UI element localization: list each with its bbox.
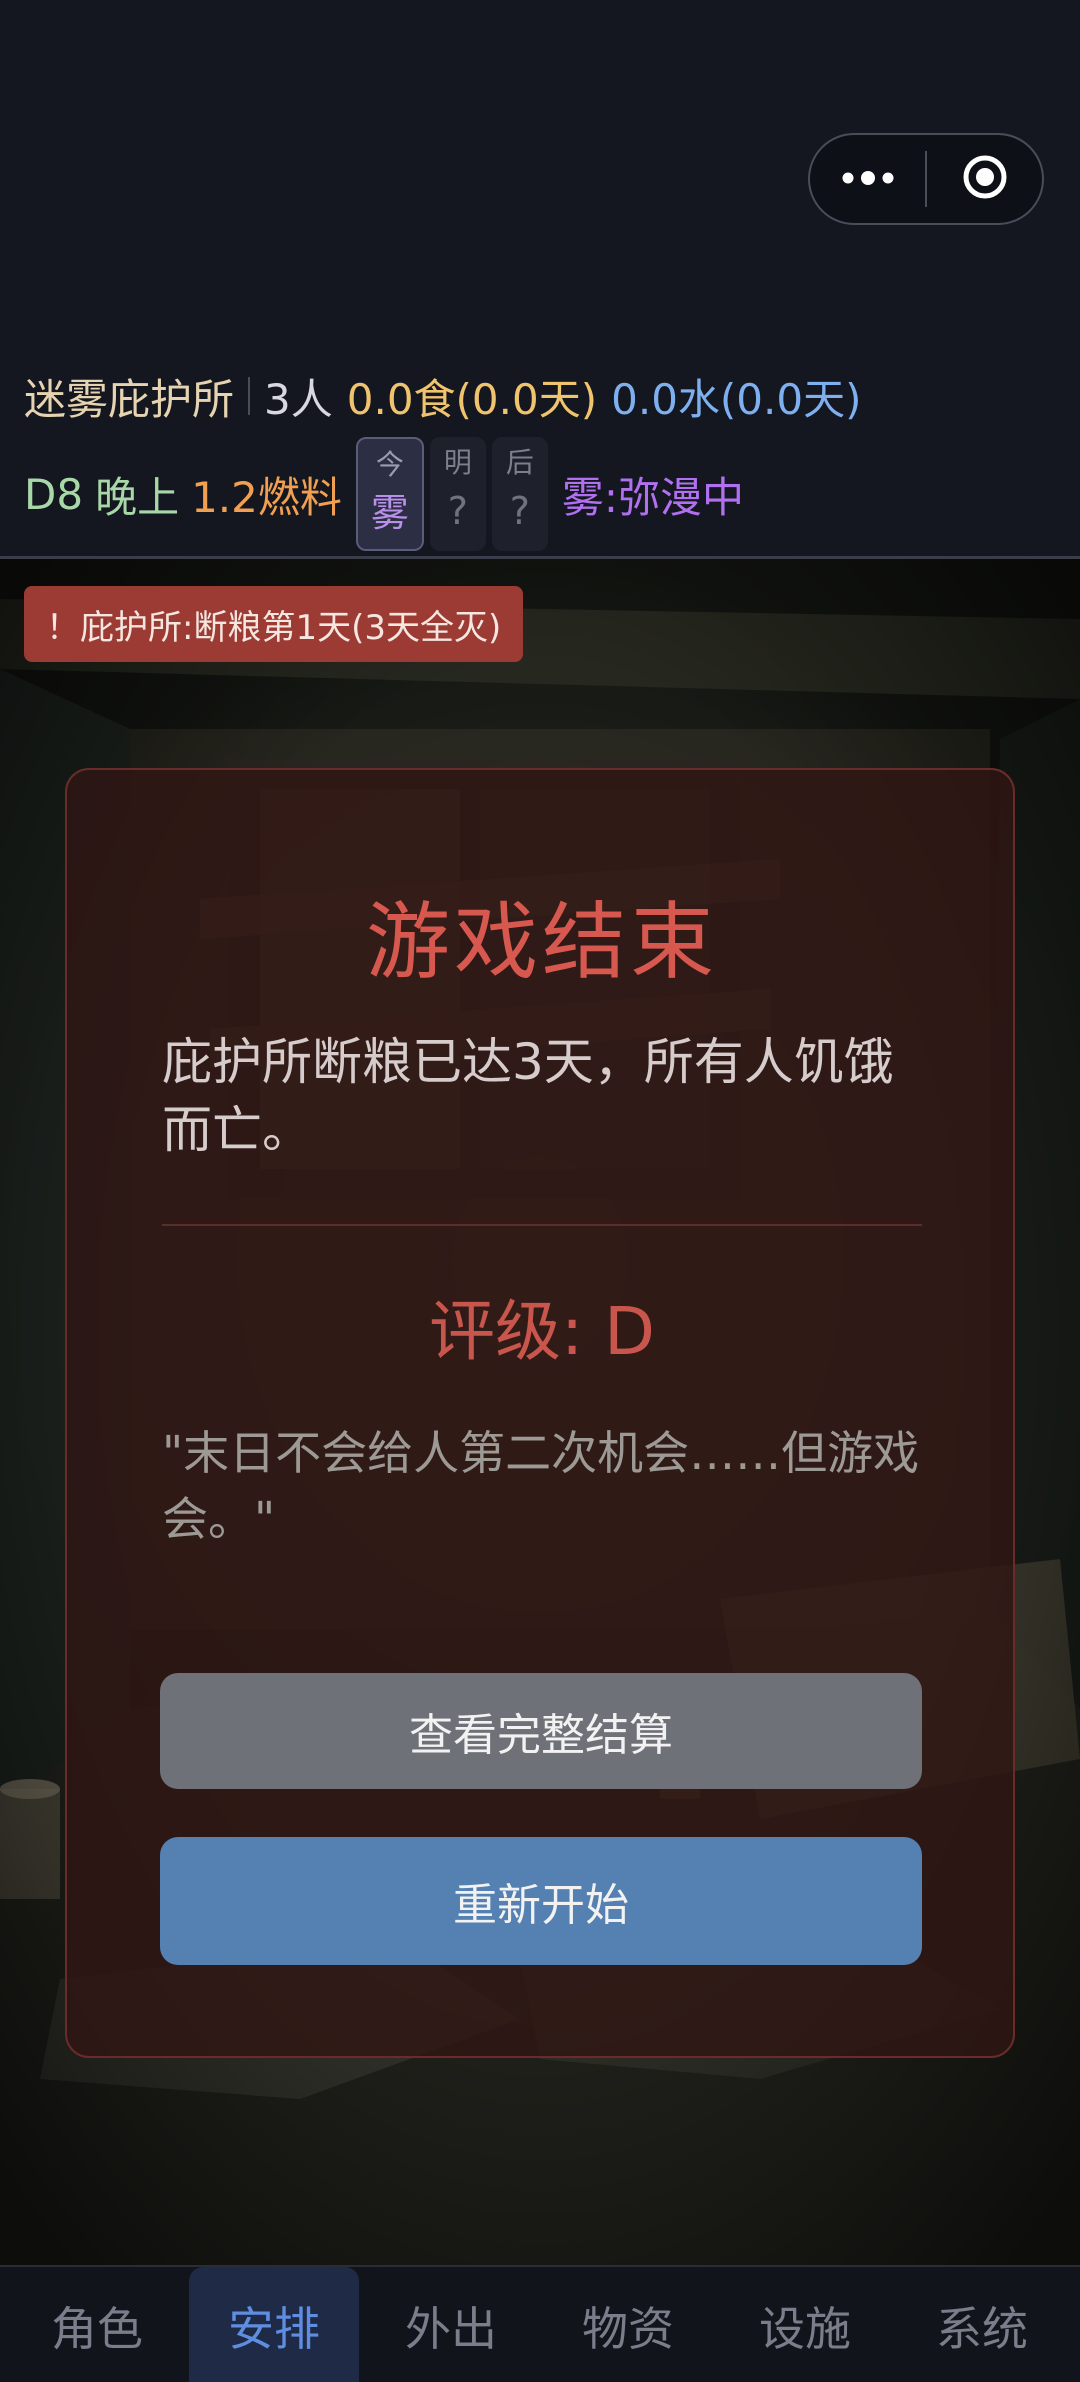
time-row: D8 晚上 1.2燃料 今 雾 明 ? 后 ? 雾:弥漫中: [24, 434, 744, 554]
fuel-stock: 1.2燃料: [191, 472, 342, 522]
weather-forecast: 今 雾 明 ? 后 ?: [355, 437, 548, 551]
water-stock: 0.0水(0.0天): [611, 374, 862, 424]
forecast-label: 后: [505, 446, 534, 479]
resource-row: 迷雾庇护所 3人 0.0食(0.0天) 0.0水(0.0天): [24, 366, 862, 426]
forecast-label: 明: [443, 446, 472, 479]
forecast-value: ?: [509, 489, 530, 533]
tab-facilities[interactable]: 设施: [720, 2267, 890, 2382]
food-stock: 0.0食(0.0天): [346, 374, 598, 424]
forecast-value: 雾: [370, 491, 409, 535]
dialog-title: 游戏结束: [365, 893, 718, 991]
dialog-divider: [162, 1224, 922, 1226]
miniprogram-capsule: [808, 133, 1044, 225]
forecast-tomorrow: 明 ?: [429, 437, 486, 551]
close-button[interactable]: [927, 135, 1042, 223]
forecast-value: ?: [447, 489, 468, 533]
more-button[interactable]: [810, 135, 925, 223]
game-over-message: 庇护所断粮已达3天，所有人饥饿而亡。: [162, 1033, 894, 1159]
game-over-quote: "末日不会给人第二次机会……但游戏会。": [162, 1426, 920, 1546]
status-header: 迷雾庇护所 3人 0.0食(0.0天) 0.0水(0.0天) D8 晚上 1.2…: [0, 0, 1080, 558]
forecast-day-after: 后 ?: [491, 437, 548, 551]
day-counter: D8: [24, 469, 84, 519]
tab-supplies[interactable]: 物资: [543, 2267, 713, 2382]
starvation-alert: ！庇护所:断粮第1天(3天全灭): [24, 586, 524, 662]
shelter-name: 迷雾庇护所: [24, 374, 235, 424]
tab-outing[interactable]: 外出: [366, 2267, 536, 2382]
target-circle-icon: [961, 153, 1009, 205]
game-over-dialog: 游戏结束 庇护所断粮已达3天，所有人饥饿而亡。 评级: D "末日不会给人第二次…: [65, 768, 1015, 2058]
time-of-day: 晚上: [95, 472, 180, 522]
app-root: 迷雾庇护所 3人 0.0食(0.0天) 0.0水(0.0天) D8 晚上 1.2…: [0, 0, 1080, 2382]
forecast-today: 今 雾: [355, 437, 424, 551]
tab-system[interactable]: 系统: [897, 2267, 1067, 2382]
tab-arrange[interactable]: 安排: [189, 2267, 359, 2382]
divider: [248, 377, 251, 415]
more-dots-icon: [841, 170, 895, 189]
tab-characters[interactable]: 角色: [12, 2267, 182, 2382]
grade-label: 评级: D: [428, 1293, 656, 1370]
forecast-label: 今: [375, 448, 404, 481]
view-summary-button[interactable]: 查看完整结算: [160, 1673, 922, 1789]
people-count: 3人: [264, 374, 333, 424]
restart-button[interactable]: 重新开始: [160, 1837, 922, 1965]
bottom-tab-bar: 角色 安排 外出 物资 设施 系统: [0, 2265, 1080, 2382]
fog-status: 雾:弥漫中: [561, 472, 745, 522]
